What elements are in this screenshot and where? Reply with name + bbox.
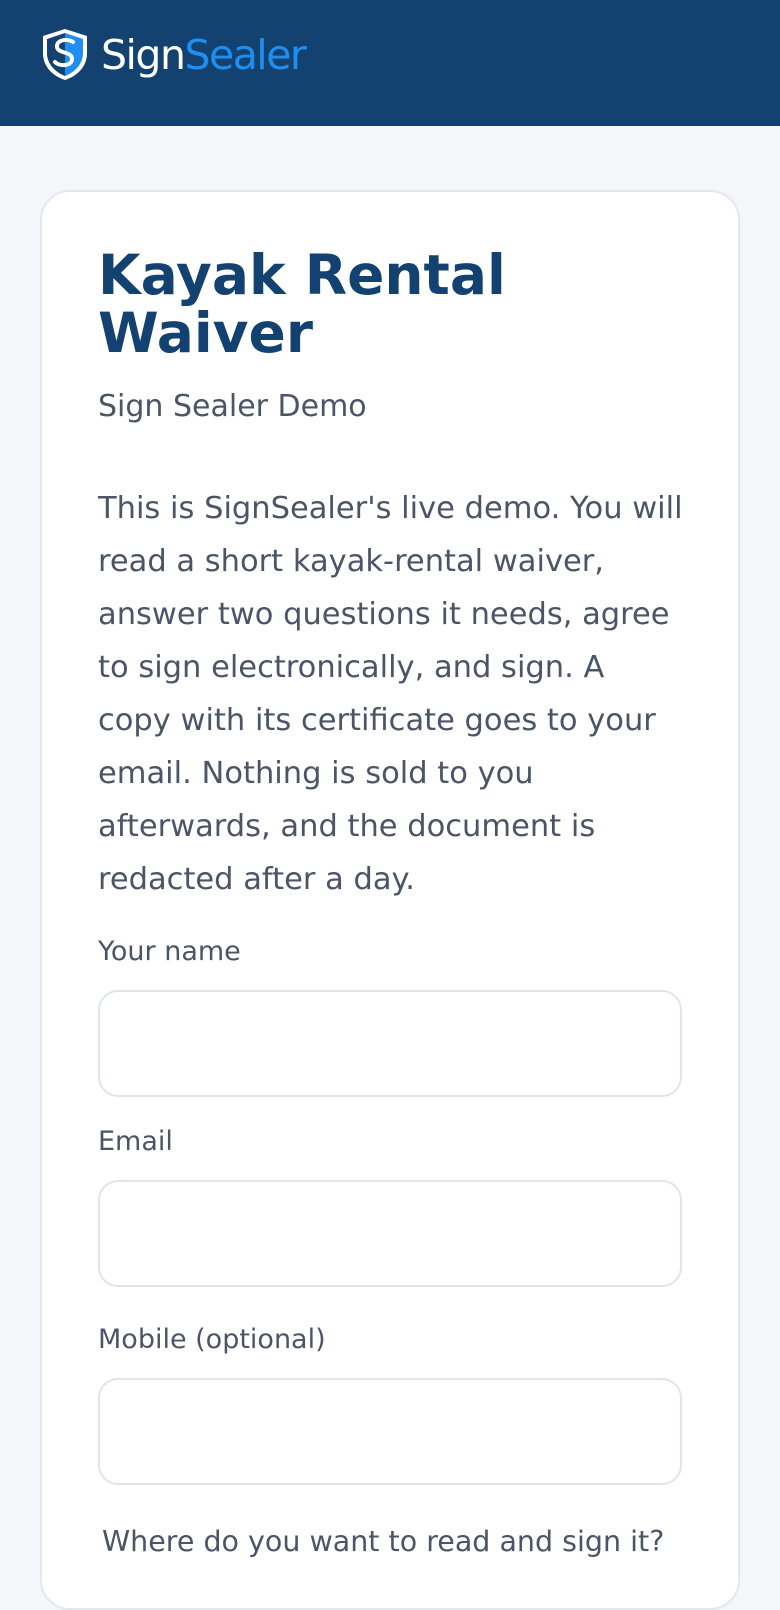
mobile-input[interactable] (98, 1378, 682, 1485)
brand-logo[interactable]: SignSealer (101, 30, 307, 80)
brand-word-sealer: Sealer (184, 31, 306, 79)
name-input[interactable] (98, 990, 682, 1097)
name-label: Your name (98, 936, 241, 967)
email-input[interactable] (98, 1180, 682, 1287)
shield-s-icon (43, 29, 87, 80)
brand-word-sign: Sign (101, 31, 186, 79)
top-bar: SignSealer (0, 0, 780, 126)
page-title: Kayak Rental Waiver (98, 243, 506, 365)
intro-text: This is SignSealer's live demo. You will… (98, 491, 683, 897)
page-subtitle: Sign Sealer Demo (98, 389, 367, 424)
delivery-question: Where do you want to read and sign it? (102, 1525, 665, 1558)
mobile-label: Mobile (optional) (98, 1324, 326, 1355)
email-label: Email (98, 1126, 173, 1157)
